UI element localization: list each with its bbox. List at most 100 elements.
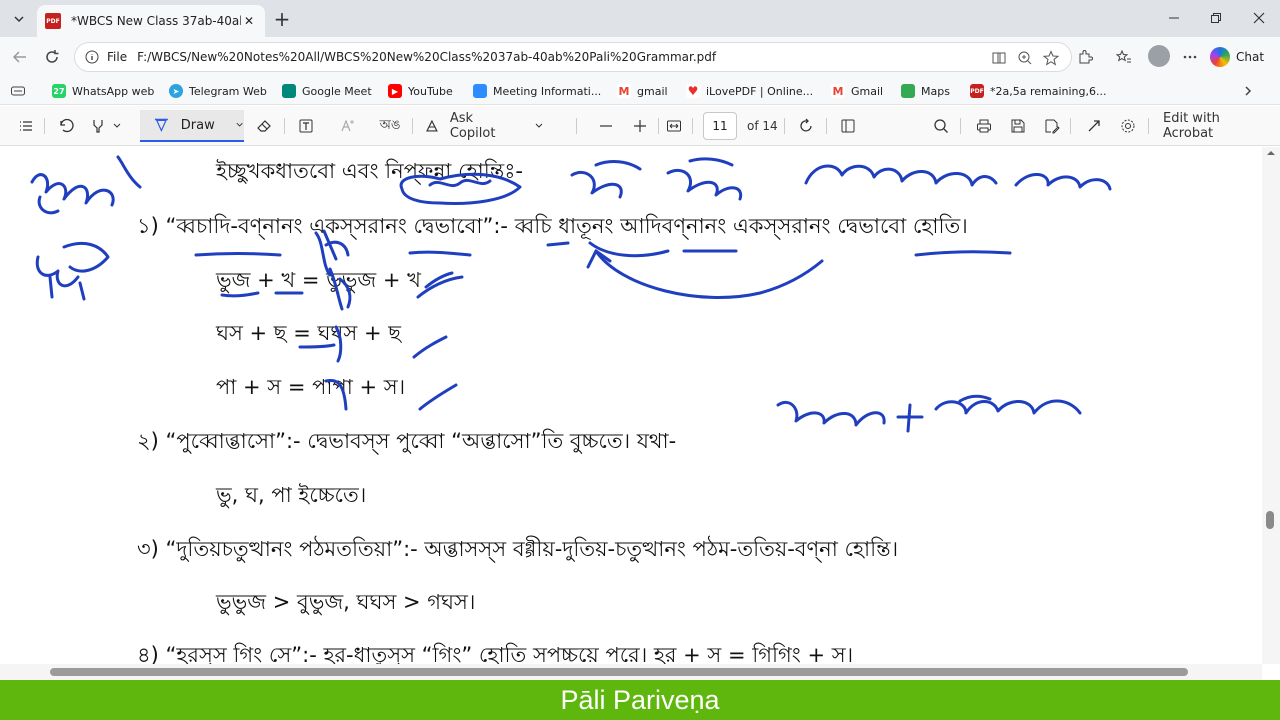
separator [1070,118,1071,134]
bookmark-google-meet[interactable]: Google Meet [282,82,372,100]
zoom-icon [473,84,487,98]
chat-label: Chat [1236,50,1265,64]
page-view-icon[interactable] [836,114,860,138]
copilot-chat-button[interactable]: Chat [1210,44,1264,70]
separator [658,118,659,134]
back-arrow-icon [12,51,26,63]
minimize-button[interactable] [1160,6,1188,30]
edit-with-acrobat-button[interactable]: Edit with Acrobat [1163,111,1267,141]
bookmark-meeting[interactable]: Meeting Informati... [473,82,601,100]
youtube-icon: ▶ [388,84,402,98]
read-aloud-icon[interactable] [336,114,360,138]
pdf-page[interactable]: ইচ্ছুখকধাতবো এবং নিপ্ফন্না হোন্তিঃ- ১) “… [0,147,1262,664]
page-number-input[interactable]: 11 [703,112,737,140]
copilot-label: Ask Copilot [449,111,496,141]
bookmark-maps[interactable]: Maps [901,82,950,100]
tab-actions-icon[interactable] [6,79,30,103]
profile-avatar[interactable] [1148,45,1170,67]
horizontal-scroll-thumb[interactable] [50,668,1188,676]
highlighter-icon [93,120,103,133]
close-tab-icon[interactable]: ✕ [241,13,257,29]
navigation-bar: File F:/WBCS/New%20Notes%20All/WBCS%20Ne… [0,37,1280,77]
vertical-scroll-thumb[interactable] [1266,511,1274,529]
bookmark-telegram[interactable]: ➤ Telegram Web [169,82,267,100]
separator [784,118,785,134]
restore-icon [1211,13,1221,23]
bookmark-label: Google Meet [302,84,372,98]
print-icon[interactable] [972,114,996,138]
bookmark-whatsapp[interactable]: 27 WhatsApp web [52,82,154,100]
minimize-icon [1169,17,1179,19]
highlight-button[interactable] [86,114,126,138]
restore-button[interactable] [1202,6,1230,30]
rotate-icon[interactable] [794,114,818,138]
draw-pen-icon [154,118,168,132]
vertical-scrollbar[interactable] [1262,147,1280,664]
whatsapp-icon: 27 [52,84,66,98]
tab-title: *WBCS New Class 37ab-40ab Pali Grammar.p… [71,14,241,28]
separator [576,118,577,134]
close-window-button[interactable] [1245,6,1273,30]
telegram-icon: ➤ [169,84,183,98]
zoom-icon[interactable] [1013,46,1037,70]
ink-annotations [30,155,1112,433]
contents-list-icon[interactable] [14,114,38,138]
extensions-icon[interactable] [1073,45,1097,69]
save-as-icon[interactable] [1040,114,1064,138]
ask-copilot-button[interactable]: Ask Copilot [424,111,544,141]
separator [412,118,413,134]
address-scheme-label: File [107,50,128,64]
bookmark-ilovepdf[interactable]: ♥ iLovePDF | Online... [686,82,813,100]
info-icon[interactable] [85,50,99,64]
bookmark-gmail[interactable]: M Gmail [831,82,883,100]
separator [284,118,285,134]
channel-banner: Pāli Pariveṇa [0,680,1280,720]
separator [692,118,693,134]
bookmark-pdf[interactable]: PDF *2a,5a remaining,6... [970,82,1107,100]
copilot-icon [1210,47,1230,67]
bookmark-label: WhatsApp web [72,84,155,98]
bookmark-label: gmail [637,84,668,98]
separator [1148,118,1149,134]
horizontal-scrollbar[interactable] [0,664,1262,680]
separator [826,118,827,134]
chevron-down-icon [14,16,24,23]
back-button[interactable] [8,45,32,69]
more-menu-icon[interactable] [1178,45,1202,69]
bookmark-gmail-lower[interactable]: Mgmail [617,82,668,100]
favorite-star-icon[interactable] [1039,46,1063,70]
text-box-icon[interactable] [294,114,318,138]
banner-title: Pāli Pariveṇa [560,684,720,715]
favorites-icon[interactable] [1112,45,1136,69]
reload-button[interactable] [40,45,64,69]
copilot-icon [426,119,438,132]
draw-label: Draw [180,117,215,133]
active-tab[interactable]: PDF *WBCS New Class 37ab-40ab Pali Gramm… [37,5,265,37]
translate-icon[interactable]: অঙ [378,114,402,138]
bookmark-label: Gmail [851,84,884,98]
bookmarks-bar: 27 WhatsApp web ➤ Telegram Web Google Meet… [0,77,1280,105]
draw-button[interactable]: Draw [140,110,244,142]
ilovepdf-icon: ♥ [686,84,700,98]
undo-icon[interactable] [54,114,78,138]
save-icon[interactable] [1006,114,1030,138]
chevron-down-icon [236,122,243,127]
address-bar[interactable]: File F:/WBCS/New%20Notes%20All/WBCS%20Ne… [74,42,1072,72]
fullscreen-icon[interactable] [1082,114,1106,138]
zoom-in-icon[interactable] [628,114,652,138]
scroll-up-icon[interactable] [1262,147,1280,159]
eraser-icon[interactable] [252,114,276,138]
maps-icon [901,84,915,98]
more-bookmarks-chevron-icon[interactable] [1236,79,1260,103]
search-icon[interactable] [929,114,953,138]
acrobat-label: Edit with Acrobat [1163,111,1220,141]
new-tab-button[interactable]: + [270,7,294,31]
pdf-toolbar: Draw অঙ Ask Copilot 11 of 14 Edit with A… [0,106,1280,146]
zoom-out-icon[interactable] [594,114,618,138]
reader-mode-icon[interactable] [987,46,1011,70]
tab-list-button[interactable] [6,6,32,32]
bookmark-youtube[interactable]: ▶ YouTube [388,82,453,100]
fit-width-icon[interactable] [662,114,686,138]
chevron-down-icon [113,123,121,128]
settings-gear-icon[interactable] [1116,114,1140,138]
